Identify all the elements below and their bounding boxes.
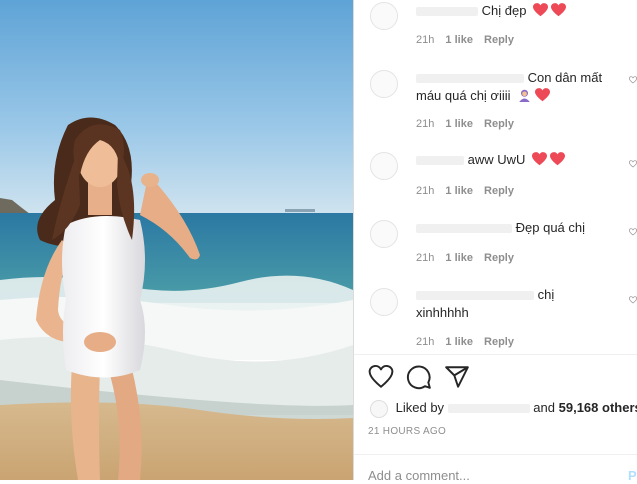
post-button[interactable]: P [628, 468, 637, 483]
small-heart-icon[interactable] [629, 296, 637, 304]
reply-button[interactable]: Reply [484, 336, 514, 348]
comment-meta: 21h 1 like Reply [416, 336, 522, 348]
red-heart-emoji-icon [532, 152, 548, 166]
comment-body: Đẹp quá chị [515, 220, 586, 235]
comment-body: chị [537, 287, 555, 302]
liked-by-prefix: Liked by [395, 400, 445, 415]
comment-meta: 21h 1 like Reply [416, 185, 522, 197]
small-heart-icon[interactable] [629, 228, 637, 236]
liker-name-redacted[interactable] [447, 404, 530, 414]
avatar[interactable] [370, 152, 398, 180]
comment-box-divider [354, 454, 637, 455]
comment-body-line2: máu quá chị ơiiii [416, 88, 511, 103]
share-icon[interactable] [444, 364, 470, 390]
red-heart-emoji-icon [551, 3, 567, 17]
username-redacted[interactable] [416, 156, 464, 166]
comment-likes[interactable]: 1 like [445, 34, 473, 46]
comment-body: Con dân mất [527, 70, 603, 85]
comment-body-line2: xinhhhhh [416, 305, 469, 320]
small-heart-icon[interactable] [629, 76, 637, 84]
add-comment-input[interactable]: Add a comment... [368, 468, 470, 484]
username-redacted[interactable] [416, 74, 524, 84]
red-heart-emoji-icon [535, 88, 551, 102]
comment-likes[interactable]: 1 like [445, 252, 473, 264]
avatar[interactable] [370, 2, 398, 30]
comment-time: 21h [416, 252, 435, 264]
comment-body: aww UwU [467, 152, 526, 167]
username-redacted[interactable] [416, 7, 478, 17]
comment-text: aww UwU [416, 151, 616, 169]
comment-meta: 21h 1 like Reply [416, 118, 522, 130]
username-redacted[interactable] [416, 291, 534, 301]
reply-button[interactable]: Reply [484, 34, 514, 46]
comment-meta: 21h 1 like Reply [416, 34, 522, 46]
likes-count[interactable]: 59,168 others [559, 400, 637, 415]
comment-body: Chị đẹp [481, 3, 527, 18]
post-timestamp[interactable]: 21 HOURS AGO [368, 426, 446, 437]
liked-by: Liked by and 59,168 others [370, 398, 637, 418]
post-photo[interactable] [0, 0, 353, 480]
comment-text: Con dân mất máu quá chị ơiiii [416, 69, 616, 105]
comment-time: 21h [416, 336, 435, 348]
person-emoji-icon [519, 89, 530, 102]
liked-by-and: and [533, 400, 555, 415]
comment-text: chị xinhhhhh [416, 286, 616, 322]
comment-likes[interactable]: 1 like [445, 118, 473, 130]
small-heart-icon[interactable] [629, 160, 637, 168]
comment-likes[interactable]: 1 like [445, 185, 473, 197]
avatar[interactable] [370, 288, 398, 316]
actions-divider [354, 354, 637, 355]
avatar[interactable] [370, 70, 398, 98]
reply-button[interactable]: Reply [484, 185, 514, 197]
comment-text: Đẹp quá chị [416, 219, 616, 237]
comment-meta: 21h 1 like Reply [416, 252, 522, 264]
avatar[interactable] [370, 220, 398, 248]
comment-time: 21h [416, 118, 435, 130]
heart-icon[interactable] [368, 364, 394, 390]
comment-icon[interactable] [406, 364, 432, 390]
reply-button[interactable]: Reply [484, 118, 514, 130]
comment-time: 21h [416, 185, 435, 197]
reply-button[interactable]: Reply [484, 252, 514, 264]
liker-avatar[interactable] [370, 399, 388, 418]
username-redacted[interactable] [416, 224, 512, 234]
comment-time: 21h [416, 34, 435, 46]
red-heart-emoji-icon [533, 3, 549, 17]
comment-text: Chị đẹp [416, 2, 616, 20]
red-heart-emoji-icon [550, 152, 566, 166]
comment-likes[interactable]: 1 like [445, 336, 473, 348]
